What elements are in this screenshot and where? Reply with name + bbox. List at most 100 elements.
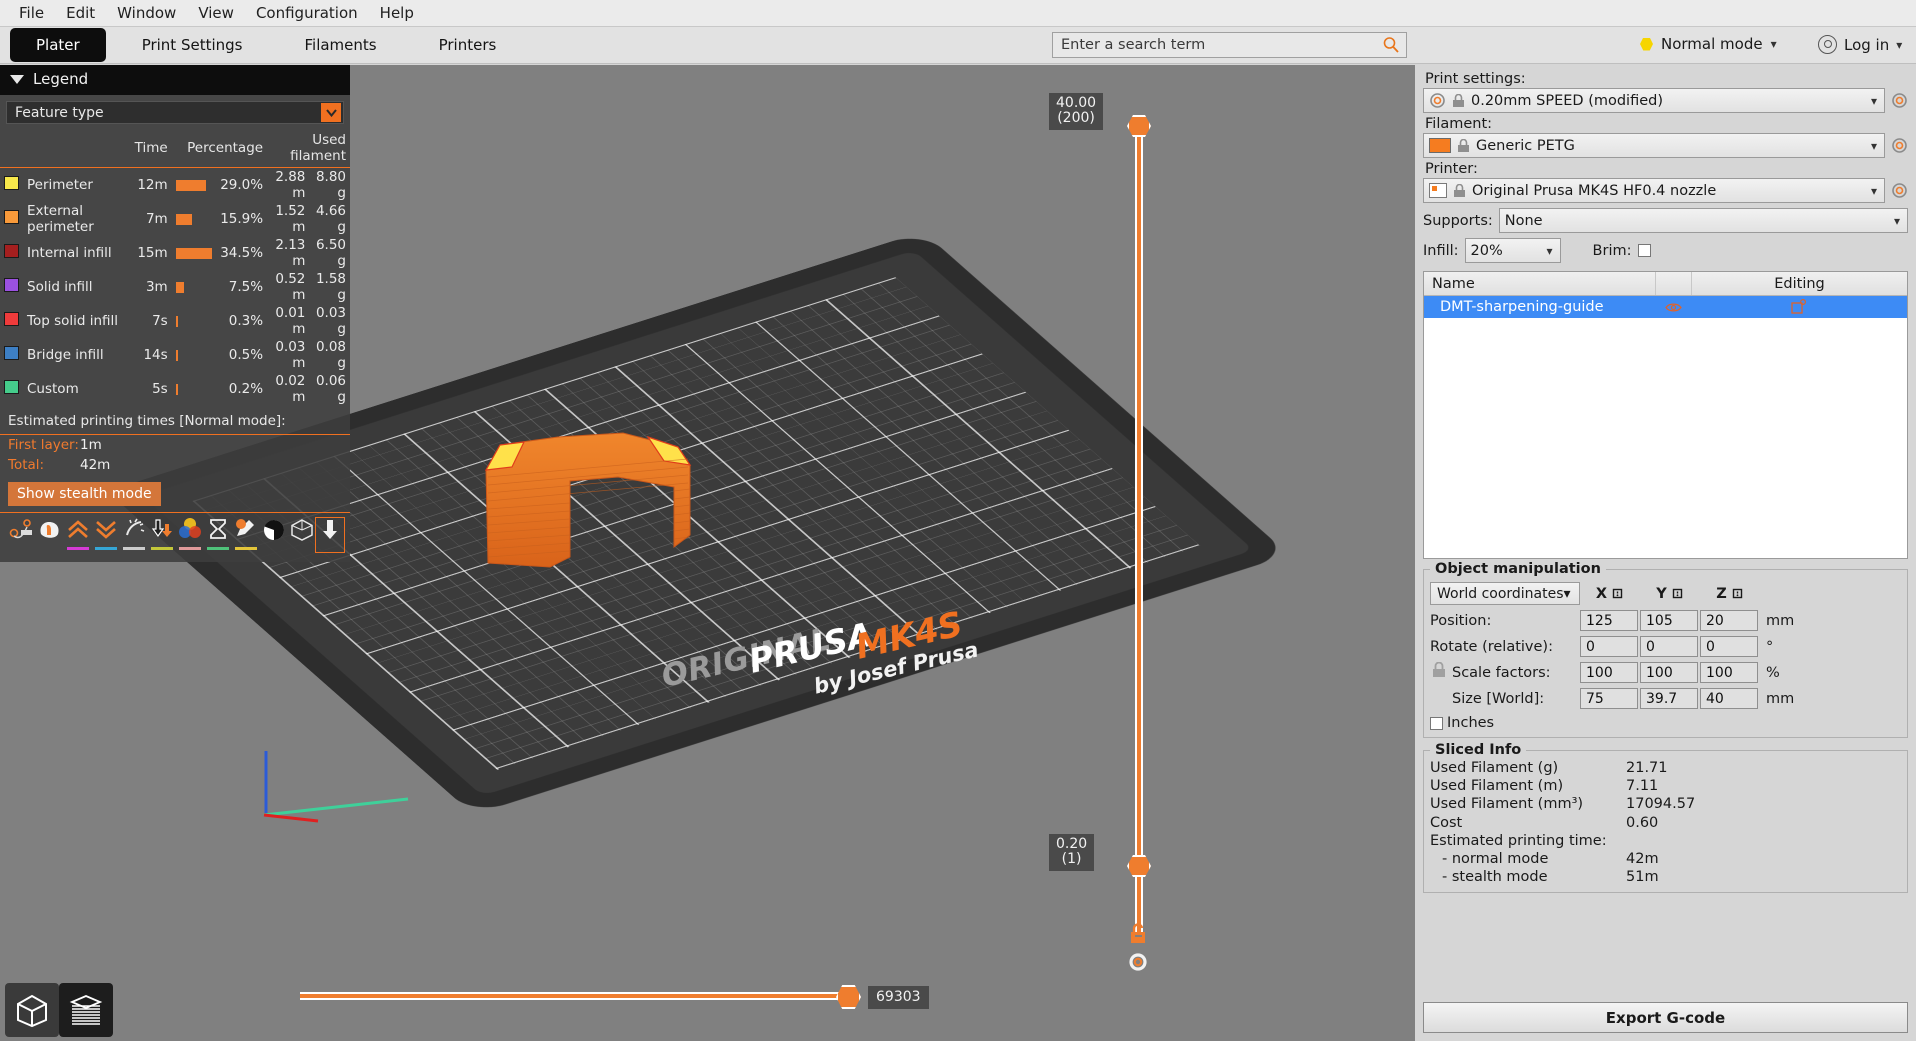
seams-icon[interactable] bbox=[64, 518, 92, 552]
3d-viewport[interactable]: ORIGINAL PRUSA MK4S by Josef Prusa Legen… bbox=[0, 65, 1415, 1041]
menu-item-view[interactable]: View bbox=[187, 1, 245, 25]
tool-marker-icon[interactable] bbox=[288, 518, 316, 552]
legend-row[interactable]: External perimeter 7m 15.9% 1.52 m 4.66 … bbox=[0, 202, 350, 236]
legend-feature-percentage: 0.2% bbox=[228, 381, 264, 397]
gcode-move-slider[interactable]: 69303 bbox=[300, 985, 929, 1009]
sliced-info-value: 51m bbox=[1626, 869, 1659, 886]
legend-color-swatch bbox=[4, 278, 19, 292]
legend-feature-table: Time Percentage Used filament Perimeter … bbox=[0, 132, 350, 406]
object-list-row[interactable]: DMT-sharpening-guide bbox=[1424, 296, 1907, 318]
position-label: Position: bbox=[1430, 612, 1492, 629]
menu-item-file[interactable]: File bbox=[8, 1, 55, 25]
supports-select[interactable]: None ▾ bbox=[1498, 208, 1908, 233]
filament-select[interactable]: Generic PETG ▾ bbox=[1423, 133, 1885, 158]
menu-item-window[interactable]: Window bbox=[106, 1, 187, 25]
retractions-icon[interactable] bbox=[36, 518, 64, 552]
layer-slider-lower-handle[interactable] bbox=[1127, 855, 1151, 877]
mode-selector[interactable]: Normal mode ▾ bbox=[1640, 35, 1777, 53]
sliced-info-key: - stealth mode bbox=[1442, 869, 1548, 886]
color-changes-icon[interactable] bbox=[176, 518, 204, 552]
tool-changes-icon[interactable] bbox=[148, 518, 176, 552]
scale-row: Scale factors: % bbox=[1430, 662, 1901, 683]
size-y-input[interactable] bbox=[1640, 688, 1698, 709]
eye-icon[interactable] bbox=[1655, 302, 1691, 313]
sliced-info-key: - normal mode bbox=[1442, 851, 1549, 868]
rotate-z-input[interactable] bbox=[1700, 636, 1758, 657]
tab-filaments[interactable]: Filaments bbox=[278, 28, 402, 62]
position-x-input[interactable] bbox=[1580, 610, 1638, 631]
tab-printers[interactable]: Printers bbox=[413, 28, 523, 62]
uniform-scale-lock-icon[interactable] bbox=[1432, 662, 1446, 678]
reset-axis-icon[interactable] bbox=[1731, 587, 1744, 600]
preview-view-button[interactable] bbox=[59, 983, 113, 1037]
tab-plater[interactable]: Plater bbox=[10, 28, 106, 62]
brim-checkbox[interactable] bbox=[1637, 244, 1651, 257]
legend-percentage-bar bbox=[175, 315, 178, 327]
sliced-model-preview[interactable] bbox=[478, 425, 708, 575]
print-settings-select[interactable]: 0.20mm SPEED (modified) ▾ bbox=[1423, 88, 1885, 113]
chevron-down-icon: ▾ bbox=[1770, 37, 1777, 51]
size-x-input[interactable] bbox=[1580, 688, 1638, 709]
filament-edit-icon[interactable] bbox=[1891, 137, 1908, 154]
gcode-move-slider-track[interactable] bbox=[300, 992, 848, 1000]
legend-row[interactable]: Perimeter 12m 29.0% 2.88 m 8.80 g bbox=[0, 168, 350, 203]
legend-row[interactable]: Solid infill 3m 7.5% 0.52 m 1.58 g bbox=[0, 270, 350, 304]
object-list[interactable]: Name Editing DMT-sharpening-guide bbox=[1423, 271, 1908, 559]
search-input[interactable] bbox=[1052, 32, 1407, 58]
print-settings-edit-icon[interactable] bbox=[1891, 92, 1908, 109]
size-z-input[interactable] bbox=[1700, 688, 1758, 709]
custom-gcodes-icon[interactable] bbox=[232, 518, 260, 552]
scale-z-input[interactable] bbox=[1700, 662, 1758, 683]
layer-slider-track[interactable] bbox=[1135, 125, 1143, 935]
coordinate-system-select[interactable]: World coordinates ▾ bbox=[1430, 582, 1580, 605]
legend-row[interactable]: Top solid infill 7s 0.3% 0.01 m 0.03 g bbox=[0, 304, 350, 338]
reset-axis-icon[interactable] bbox=[1611, 587, 1624, 600]
tab-print-settings[interactable]: Print Settings bbox=[116, 28, 269, 62]
infill-select[interactable]: 20% ▾ bbox=[1464, 238, 1561, 263]
inches-checkbox[interactable] bbox=[1430, 716, 1443, 730]
legend-toggle-icon[interactable] bbox=[315, 517, 345, 553]
legend-col-filament: Used filament bbox=[290, 132, 346, 164]
shells-icon[interactable] bbox=[260, 518, 288, 552]
gear-icon[interactable] bbox=[1127, 951, 1149, 973]
object-list-col-editing: Editing bbox=[1691, 272, 1907, 295]
menu-item-edit[interactable]: Edit bbox=[55, 1, 106, 25]
legend-header[interactable]: Legend bbox=[0, 65, 350, 95]
rotate-x-input[interactable] bbox=[1580, 636, 1638, 657]
unlock-icon[interactable] bbox=[1127, 923, 1149, 945]
show-stealth-mode-button[interactable]: Show stealth mode bbox=[8, 482, 161, 506]
object-name: DMT-sharpening-guide bbox=[1440, 299, 1604, 315]
legend-row[interactable]: Internal infill 15m 34.5% 2.13 m 6.50 g bbox=[0, 236, 350, 270]
gcode-move-slider-handle[interactable] bbox=[836, 985, 861, 1009]
position-y-input[interactable] bbox=[1640, 610, 1698, 631]
legend-col-percentage: Percentage bbox=[187, 140, 264, 156]
legend-row[interactable]: Custom 5s 0.2% 0.02 m 0.06 g bbox=[0, 372, 350, 406]
legend-feature-time: 12m bbox=[137, 177, 168, 193]
legend-view-type-select[interactable]: Feature type bbox=[6, 101, 344, 124]
legend-row[interactable]: Bridge infill 14s 0.5% 0.03 m 0.08 g bbox=[0, 338, 350, 372]
filament-row: Generic PETG ▾ bbox=[1423, 133, 1908, 158]
travel-icon[interactable] bbox=[8, 518, 36, 552]
rotate-label: Rotate (relative): bbox=[1430, 638, 1553, 655]
reset-axis-icon[interactable] bbox=[1671, 587, 1684, 600]
menu-item-help[interactable]: Help bbox=[369, 1, 425, 25]
wipe-icon[interactable] bbox=[120, 518, 148, 552]
layer-slider[interactable]: 40.00 (200) 0.20 (1) bbox=[1049, 93, 1169, 973]
menu-item-configuration[interactable]: Configuration bbox=[245, 1, 369, 25]
export-gcode-button[interactable]: Export G-code bbox=[1423, 1002, 1908, 1033]
printer-edit-icon[interactable] bbox=[1891, 182, 1908, 199]
layer-slider-upper-handle[interactable] bbox=[1127, 115, 1151, 137]
object-manipulation-panel: Object manipulation World coordinates ▾ … bbox=[1423, 561, 1908, 738]
editing-settings-icon[interactable] bbox=[1691, 299, 1907, 315]
rotate-y-input[interactable] bbox=[1640, 636, 1698, 657]
printer-select[interactable]: Original Prusa MK4S HF0.4 nozzle ▾ bbox=[1423, 178, 1885, 203]
scale-x-input[interactable] bbox=[1580, 662, 1638, 683]
sliced-info-value: 7.11 bbox=[1626, 778, 1659, 795]
scale-y-input[interactable] bbox=[1640, 662, 1698, 683]
login-button[interactable]: Log in ▾ bbox=[1818, 35, 1902, 54]
total-value: 42m bbox=[80, 457, 111, 473]
pause-prints-icon[interactable] bbox=[204, 518, 232, 552]
position-z-input[interactable] bbox=[1700, 610, 1758, 631]
3d-editor-view-button[interactable] bbox=[5, 983, 59, 1037]
deretractions-icon[interactable] bbox=[92, 518, 120, 552]
